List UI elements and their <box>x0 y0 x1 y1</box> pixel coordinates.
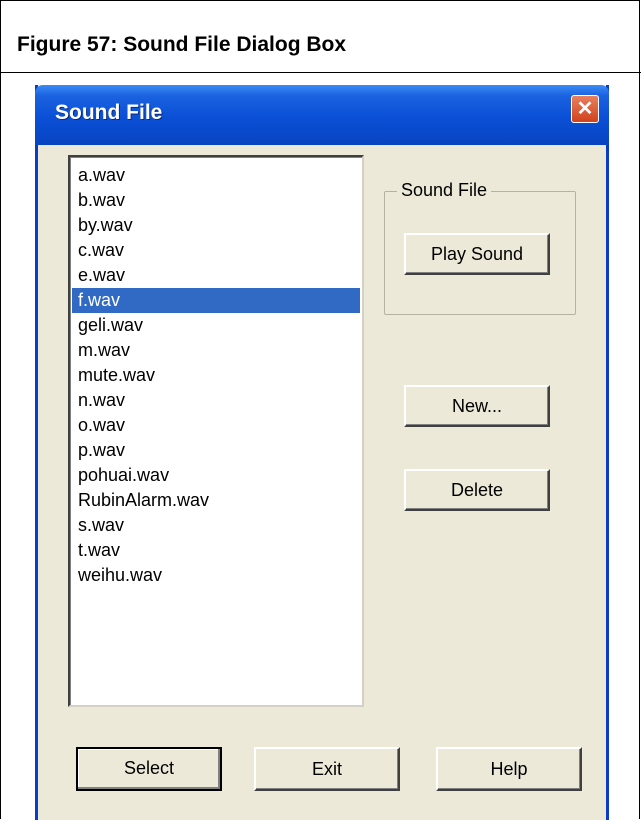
dialog-title: Sound File <box>55 101 163 124</box>
list-item[interactable]: by.wav <box>72 213 360 238</box>
play-sound-button[interactable]: Play Sound <box>404 233 550 275</box>
list-item[interactable]: RubinAlarm.wav <box>72 488 360 513</box>
list-item[interactable]: pohuai.wav <box>72 463 360 488</box>
list-item[interactable]: e.wav <box>72 263 360 288</box>
list-item[interactable]: p.wav <box>72 438 360 463</box>
list-item[interactable]: c.wav <box>72 238 360 263</box>
help-button[interactable]: Help <box>436 747 582 791</box>
list-item[interactable]: weihu.wav <box>72 563 360 588</box>
list-item[interactable]: m.wav <box>72 338 360 363</box>
list-item[interactable]: mute.wav <box>72 363 360 388</box>
dialog-titlebar[interactable]: Sound File ✕ <box>35 85 609 145</box>
select-button[interactable]: Select <box>76 747 222 791</box>
close-icon[interactable]: ✕ <box>571 95 599 123</box>
delete-button[interactable]: Delete <box>404 469 550 511</box>
list-item[interactable]: s.wav <box>72 513 360 538</box>
sound-file-dialog: Sound File ✕ a.wav b.wav by.wav c.wav e.wav f… <box>35 85 609 820</box>
list-item[interactable]: a.wav <box>72 163 360 188</box>
list-item[interactable]: geli.wav <box>72 313 360 338</box>
new-button[interactable]: New... <box>404 385 550 427</box>
figure-caption: Figure 57: Sound File Dialog Box <box>1 1 641 73</box>
list-item[interactable]: f.wav <box>72 288 360 313</box>
group-label: Sound File <box>397 180 492 201</box>
list-item[interactable]: o.wav <box>72 413 360 438</box>
list-item[interactable]: b.wav <box>72 188 360 213</box>
exit-button[interactable]: Exit <box>254 747 400 791</box>
sound-file-list[interactable]: a.wav b.wav by.wav c.wav e.wav f.wav geli.wav m… <box>68 155 364 707</box>
list-item[interactable]: n.wav <box>72 388 360 413</box>
figure-frame: Figure 57: Sound File Dialog Box Sound F… <box>0 0 641 820</box>
list-item[interactable]: t.wav <box>72 538 360 563</box>
